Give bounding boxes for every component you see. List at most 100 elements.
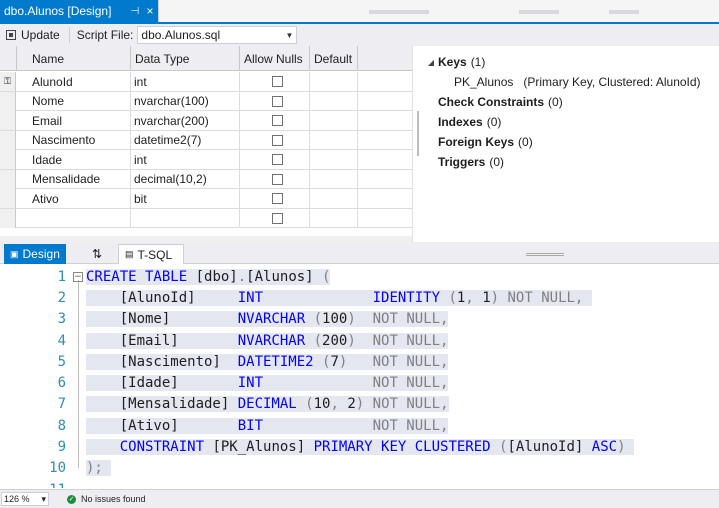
default-value-cell[interactable] [310,72,358,91]
pk-alunos-entry[interactable]: PK_Alunos (Primary Key, Clustered: Aluno… [454,72,701,92]
triggers-node[interactable]: Triggers (0) [438,152,504,172]
panel-splitter[interactable] [412,46,422,242]
allow-nulls-checkbox[interactable] [272,154,283,165]
check-count: (0) [548,95,563,109]
allow-nulls-checkbox[interactable] [272,193,283,204]
row-selector[interactable] [0,169,16,189]
pin-icon[interactable]: ⊣ [128,6,142,17]
header-name[interactable]: Name [17,46,131,71]
table-row[interactable]: Idade int [0,150,412,170]
allow-nulls-checkbox[interactable] [272,212,283,224]
header-default[interactable]: Default [310,46,358,71]
header-allow-nulls[interactable]: Allow Nulls [240,46,310,71]
table-row[interactable]: ⚿ AlunoId int [0,72,412,92]
code-line-7: 7 [Mensalidade] DECIMAL (10, 2) NOT NULL… [0,394,719,415]
tsql-tab-label: T-SQL [137,247,173,262]
data-type-cell[interactable]: decimal(10,2) [131,169,240,189]
row-selector[interactable] [0,111,16,130]
table-row[interactable]: Email nvarchar(200) [0,111,412,131]
splitter-grip[interactable] [417,111,419,156]
column-name-cell[interactable]: Ativo [17,189,131,208]
default-value-cell[interactable] [310,130,358,150]
row-selector[interactable] [0,91,16,111]
allow-nulls-checkbox[interactable] [272,173,283,185]
grid-header: Name Data Type Allow Nulls Default [0,46,412,71]
allow-nulls-cell[interactable] [240,169,310,189]
allow-nulls-cell[interactable] [240,91,310,111]
allow-nulls-checkbox[interactable] [272,115,283,126]
tsql-editor[interactable]: 1 − CREATE TABLE [dbo].[Alunos] ( 2 [Alu… [0,264,719,488]
default-value-cell[interactable] [310,91,358,111]
column-name-cell[interactable]: Email [17,111,131,130]
update-icon [6,30,16,40]
table-row[interactable] [0,208,412,228]
default-value-cell[interactable] [310,150,358,169]
allow-nulls-cell[interactable] [240,189,310,208]
column-name-cell[interactable] [17,208,131,228]
tab-design[interactable]: ▣ Design [4,244,66,264]
tab-tsql[interactable]: ▤ T-SQL [118,244,184,264]
allow-nulls-cell[interactable] [240,150,310,169]
column-name-cell[interactable]: AlunoId [17,72,131,91]
check-circle-icon: ✓ [67,494,76,504]
default-value-cell[interactable] [310,111,358,130]
data-type-cell[interactable]: datetime2(7) [131,130,240,150]
pk-entry-text: PK_Alunos (Primary Key, Clustered: Aluno… [454,75,701,89]
primary-key-icon[interactable]: ⚿ [0,72,16,91]
toolbar-separator [68,27,70,43]
code-text: [Mensalidade] DECIMAL (10, 2) NOT NULL, [86,396,449,413]
code-line-11: 11 [0,479,719,488]
keys-node[interactable]: ◢ Keys (1) [424,52,485,72]
line-number: 2 [57,289,66,306]
zoom-value: 126 % [4,494,30,504]
data-type-cell[interactable]: bit [131,189,240,208]
allow-nulls-checkbox[interactable] [272,95,283,107]
header-data-type[interactable]: Data Type [131,46,240,71]
row-selector[interactable] [0,150,16,169]
swap-panes-button[interactable]: ⇅ [86,244,108,264]
keys-count: (1) [470,55,486,69]
expanded-triangle-icon[interactable]: ◢ [424,58,438,67]
column-name-cell[interactable]: Mensalidade [17,169,131,189]
data-type-cell[interactable] [131,208,240,228]
update-button[interactable]: Update [0,25,66,45]
data-type-cell[interactable]: nvarchar(200) [131,111,240,130]
tab-dbo-alunos-design[interactable]: dbo.Alunos [Design] ⊣ × [0,0,158,22]
pane-resize-grip[interactable] [526,253,564,256]
row-selector[interactable] [0,130,16,150]
issues-message: No issues found [81,494,146,504]
table-row[interactable]: Mensalidade decimal(10,2) [0,169,412,189]
zoom-select[interactable]: 126 % ▾ [1,492,49,506]
default-value-cell[interactable] [310,169,358,189]
issues-indicator[interactable]: ✓ No issues found [67,494,146,504]
table-row[interactable]: Nascimento datetime2(7) [0,130,412,150]
allow-nulls-checkbox[interactable] [272,76,283,87]
column-name-cell[interactable]: Nascimento [17,130,131,150]
allow-nulls-cell[interactable] [240,72,310,91]
column-name-cell[interactable]: Idade [17,150,131,169]
table-row[interactable]: Ativo bit [0,189,412,209]
row-selector[interactable] [0,208,16,228]
column-name-cell[interactable]: Nome [17,91,131,111]
data-type-cell[interactable]: nvarchar(100) [131,91,240,111]
data-type-cell[interactable]: int [131,150,240,169]
code-text: [Email] NVARCHAR (200) NOT NULL, [86,332,449,349]
table-row[interactable]: Nome nvarchar(100) [0,91,412,111]
close-icon[interactable]: × [142,4,158,18]
indexes-node[interactable]: Indexes (0) [438,112,501,132]
row-selector[interactable] [0,189,16,208]
allow-nulls-cell[interactable] [240,208,310,228]
data-type-cell[interactable]: int [131,72,240,91]
check-constraints-node[interactable]: Check Constraints (0) [438,92,563,112]
allow-nulls-cell[interactable] [240,111,310,130]
allow-nulls-cell[interactable] [240,130,310,150]
collapse-icon[interactable]: − [73,271,83,282]
editor-status-bar: 126 % ▾ ✓ No issues found [0,489,719,508]
default-value-cell[interactable] [310,208,358,228]
script-file-select[interactable]: dbo.Alunos.sql ▼ [137,26,298,44]
line-number: 11 [0,482,66,488]
allow-nulls-checkbox[interactable] [272,134,283,146]
foreign-keys-node[interactable]: Foreign Keys (0) [438,132,533,152]
code-line-4: 4 [Email] NVARCHAR (200) NOT NULL, [0,330,719,351]
default-value-cell[interactable] [310,189,358,208]
